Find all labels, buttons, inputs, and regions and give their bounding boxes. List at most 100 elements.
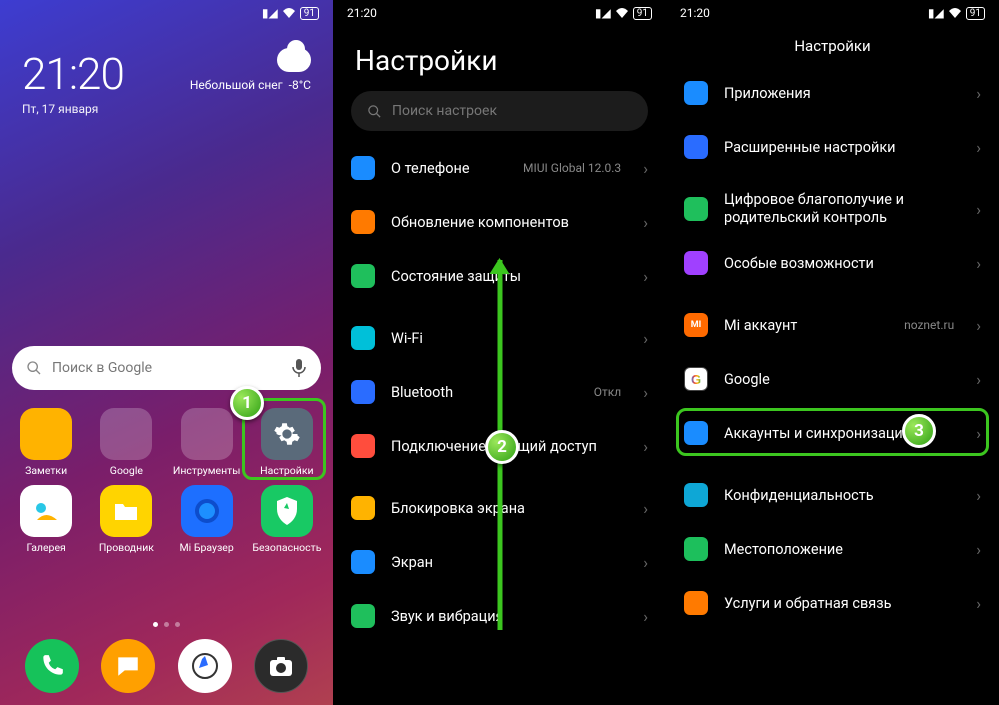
chevron-right-icon: ›: [976, 540, 981, 559]
chevron-right-icon: ›: [643, 213, 648, 232]
folder-icon: [100, 408, 152, 460]
folder-icon: [181, 408, 233, 460]
settings-list: Приложения › Расширенные настройки › Цифрово…: [666, 66, 999, 640]
chevron-right-icon: ›: [643, 159, 648, 178]
battery-icon: 91: [966, 7, 985, 20]
row-label: Местоположение: [724, 541, 960, 558]
status-bar: 21:20 ▮◢ 91: [666, 0, 999, 26]
row-label: Услуги и обратная связь: [724, 595, 960, 612]
weather-text: Небольшой снег: [190, 78, 283, 92]
search-placeholder: Поиск настроек: [392, 103, 497, 119]
chevron-right-icon: ›: [976, 370, 981, 389]
settings-row[interactable]: Цифровое благополучие и родительский кон…: [666, 182, 999, 236]
settings-row[interactable]: Особые возможности›: [666, 236, 999, 290]
row-icon: [351, 156, 375, 180]
row-label: Bluetooth: [391, 384, 578, 401]
row-icon: [684, 135, 708, 159]
row-icon: [351, 380, 375, 404]
row-icon: [684, 197, 708, 221]
battery-icon: 91: [633, 7, 652, 20]
highlight-3: [676, 408, 989, 456]
folder-file-icon: [100, 485, 152, 537]
app-label: Google: [110, 464, 143, 477]
settings-row[interactable]: Конфиденциальность›: [666, 468, 999, 522]
row-icon: [351, 264, 375, 288]
row-label: Расширенные настройки: [724, 139, 960, 156]
chevron-right-icon: ›: [643, 607, 648, 626]
row-subtext: noznet.ru: [904, 318, 954, 332]
app-label: Инструменты: [173, 464, 241, 477]
chevron-right-icon: ›: [976, 200, 981, 219]
annotation-badge-1: 1: [230, 386, 264, 420]
app-filemanager[interactable]: Проводник: [86, 485, 166, 554]
clock-date: Пт, 17 января: [22, 102, 311, 116]
weather-temp: -8°C: [289, 78, 311, 92]
battery-icon: 91: [300, 7, 319, 20]
app-browser[interactable]: Mi Браузер: [167, 485, 247, 554]
shield-icon: [261, 485, 313, 537]
settings-row[interactable]: Обновление компонентов ›: [333, 195, 666, 249]
annotation-badge-3: 3: [902, 414, 936, 448]
row-subtext: MIUI Global 12.0.3: [523, 161, 621, 175]
row-label: О телефоне: [391, 160, 507, 177]
row-icon: [684, 251, 708, 275]
row-label: Обновление компонентов: [391, 214, 627, 231]
settings-row[interactable]: Местоположение ›: [666, 522, 999, 576]
wifi-icon: [282, 7, 296, 19]
chevron-right-icon: ›: [643, 267, 648, 286]
dock-messages[interactable]: [101, 639, 155, 693]
row-icon: MI: [684, 313, 708, 337]
row-label: Цифровое благополучие и родительский кон…: [724, 191, 960, 227]
row-icon: [684, 483, 708, 507]
row-label: Приложения: [724, 85, 960, 102]
row-icon: [351, 434, 375, 458]
settings-row[interactable]: GGoogle›: [666, 352, 999, 406]
dock-camera[interactable]: [254, 639, 308, 693]
search-icon: [367, 104, 382, 119]
settings-row[interactable]: О телефоне MIUI Global 12.0.3 ›: [333, 141, 666, 195]
chevron-right-icon: ›: [643, 553, 648, 572]
app-security[interactable]: Безопасность: [247, 485, 327, 554]
chevron-right-icon: ›: [976, 316, 981, 335]
notes-icon: [20, 408, 72, 460]
chevron-right-icon: ›: [976, 138, 981, 157]
dock-phone[interactable]: [25, 639, 79, 693]
row-icon: [351, 496, 375, 520]
row-icon: [351, 210, 375, 234]
wifi-icon: [948, 7, 962, 19]
app-label: Галерея: [26, 541, 65, 554]
row-label: Звук и вибрация: [391, 608, 627, 625]
row-icon: [351, 326, 375, 350]
settings-row[interactable]: Расширенные настройки ›: [666, 120, 999, 174]
chevron-right-icon: ›: [643, 499, 648, 518]
app-notes[interactable]: Заметки: [6, 408, 86, 477]
mic-icon[interactable]: [291, 359, 307, 377]
app-folder-google[interactable]: Google: [86, 408, 166, 477]
status-time: 21:20: [680, 6, 710, 20]
app-gallery[interactable]: Галерея: [6, 485, 86, 554]
annotation-badge-2: 2: [485, 430, 519, 464]
app-folder-tools[interactable]: Инструменты: [167, 408, 247, 477]
app-label: Заметки: [25, 464, 67, 477]
status-bar: 21:20 ▮◢ 91: [333, 0, 666, 26]
row-icon: [684, 81, 708, 105]
google-search-bar[interactable]: Поиск в Google: [12, 346, 321, 390]
gallery-icon: [20, 485, 72, 537]
chevron-right-icon: ›: [976, 254, 981, 273]
row-icon: G: [684, 367, 708, 391]
browser-icon: [181, 485, 233, 537]
settings-search[interactable]: Поиск настроек: [351, 91, 648, 131]
row-icon: [351, 604, 375, 628]
cloud-icon: [277, 48, 311, 72]
app-label: Mi Браузер: [180, 541, 234, 554]
settings-row[interactable]: Услуги и обратная связь ›: [666, 576, 999, 630]
row-icon: [351, 550, 375, 574]
status-time: 21:20: [347, 6, 377, 20]
settings-row[interactable]: MIMi аккаунтnoznet.ru›: [666, 298, 999, 352]
weather-widget[interactable]: Небольшой снег -8°C: [190, 48, 311, 92]
page-title: Настройки: [333, 26, 666, 91]
dock-browser[interactable]: [178, 639, 232, 693]
settings-row[interactable]: Приложения ›: [666, 66, 999, 120]
chevron-right-icon: ›: [976, 594, 981, 613]
chevron-right-icon: ›: [976, 84, 981, 103]
